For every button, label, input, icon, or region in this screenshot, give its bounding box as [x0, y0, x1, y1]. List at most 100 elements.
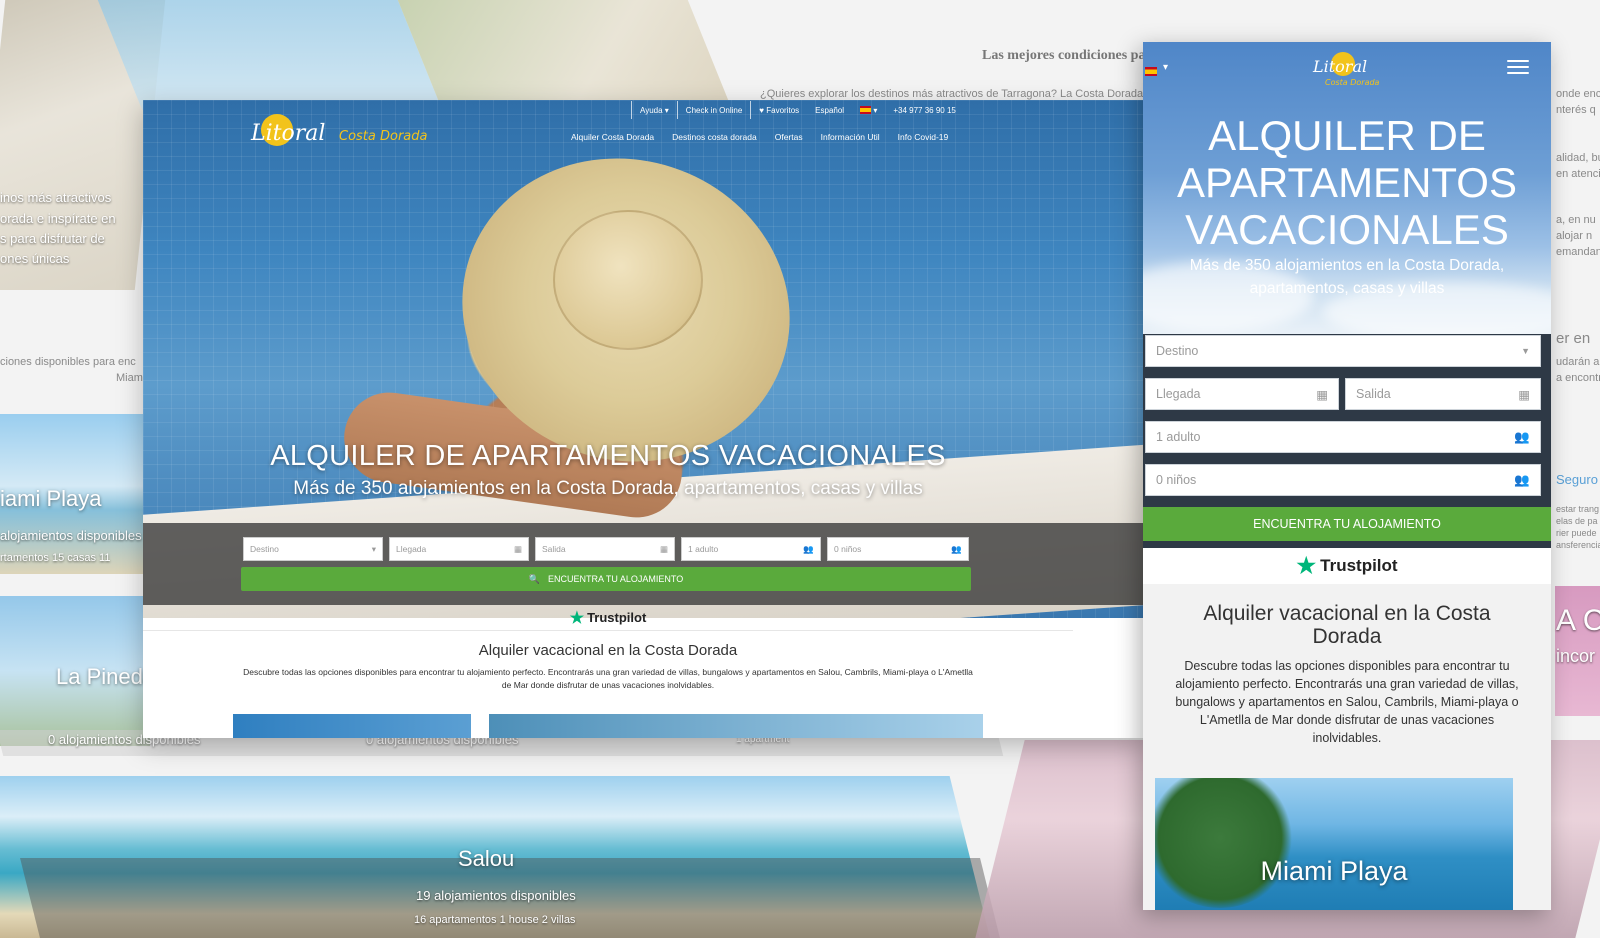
search-button[interactable]: 🔍 ENCUENTRA TU ALOJAMIENTO	[241, 567, 971, 591]
phone-number[interactable]: +34 977 36 90 15	[885, 101, 964, 119]
section-title: Alquiler vacacional en la Costa Dorada	[478, 642, 738, 659]
arrival-placeholder: Llegada	[396, 544, 427, 554]
hero-subtitle: Más de 350 alojamientos en la Costa Dora…	[293, 478, 923, 499]
bg-right-small: rier puede	[1556, 528, 1597, 538]
trustpilot-label: Trustpilot	[587, 610, 647, 625]
help-label: Ayuda	[640, 105, 663, 115]
bg-right-line: a, en nu	[1556, 214, 1596, 226]
logo-brand-text: Litoral	[1312, 57, 1367, 76]
chevron-down-icon: ▾	[664, 105, 669, 115]
bg-miami-label: iami Playa	[0, 486, 102, 511]
menu-item-covid[interactable]: Info Covid-19	[898, 132, 949, 142]
bg-right-small: elas de pa	[1556, 516, 1598, 526]
arrival-date-input[interactable]: Llegada ▦	[389, 537, 529, 561]
mobile-hero-title: ALQUILER DE APARTAMENTOS VACACIONALES	[1177, 112, 1517, 253]
search-button-label: ENCUENTRA TU ALOJAMIENTO	[548, 574, 684, 584]
favorites-link[interactable]: ♥ Favoritos	[750, 101, 807, 119]
bg-right-small: ansferencia	[1556, 540, 1600, 550]
bg-left-line: orada e inspírate en	[0, 211, 116, 226]
bg-salou-count: 19 alojamientos disponibles	[416, 888, 576, 903]
bg-intro-text: ¿Quieres explorar los destinos más atrac…	[760, 88, 1144, 100]
section-description: Descubre todas las opciones disponibles …	[243, 667, 973, 690]
spain-flag-icon	[860, 106, 872, 114]
bg-right-line: en atenci	[1556, 168, 1600, 180]
mobile-trustpilot-widget[interactable]: ★ Trustpilot	[1143, 548, 1551, 584]
destination-select[interactable]: Destino ▾	[243, 537, 383, 561]
help-menu[interactable]: Ayuda ▾	[631, 101, 677, 119]
bg-right-line: emandan	[1556, 246, 1600, 258]
arrival-placeholder: Llegada	[1156, 387, 1201, 401]
search-bar: Destino ▾ Llegada ▦ Salida ▦ 1 adulto 👥 …	[143, 523, 1143, 605]
chevron-down-icon: ▾	[873, 105, 878, 115]
bg-pink-sub: incor	[1556, 646, 1596, 666]
bg-salou-detail: 16 apartamentos 1 house 2 villas	[414, 914, 576, 926]
calendar-icon: ▦	[1518, 387, 1530, 402]
departure-placeholder: Salida	[542, 544, 566, 554]
children-value: 0 niños	[834, 544, 862, 554]
bg-right-line: nterés q	[1556, 104, 1596, 116]
site-logo[interactable]: Litoral Costa Dorada	[247, 110, 457, 150]
hamburger-menu-icon[interactable]	[1507, 58, 1529, 76]
mobile-destination-card[interactable]: Miami Playa	[1155, 778, 1513, 910]
mobile-screenshot: ▾ Litoral Costa Dorada ALQUILER DE APART…	[1143, 42, 1551, 910]
trustpilot-widget[interactable]: ★ Trustpilot	[143, 605, 1073, 631]
phone-label: +34 977 36 90 15	[893, 105, 956, 115]
bg-miami-count: alojamientos disponibles	[0, 528, 142, 543]
logo-sub-text: Costa Dorada	[339, 129, 428, 144]
menu-item-alquiler[interactable]: Alquiler Costa Dorada	[571, 132, 654, 142]
children-select[interactable]: 0 niños 👥	[827, 537, 969, 561]
chevron-down-icon: ▾	[371, 543, 376, 554]
chevron-down-icon[interactable]: ▾	[1163, 62, 1168, 73]
mobile-destination-select[interactable]: Destino ▼	[1145, 335, 1541, 367]
destination-card[interactable]	[489, 714, 983, 738]
departure-placeholder: Salida	[1356, 387, 1391, 401]
checkin-label: Check in Online	[685, 105, 743, 115]
flag-select[interactable]: ▾	[852, 101, 885, 119]
calendar-icon: ▦	[1316, 387, 1328, 402]
bg-pineda-label: La Pineda	[56, 664, 156, 689]
children-icon: 👥	[951, 543, 962, 554]
search-button-label: ENCUENTRA TU ALOJAMIENTO	[1253, 517, 1441, 531]
mobile-children-select[interactable]: 0 niños 👥	[1145, 464, 1541, 496]
menu-item-destinos[interactable]: Destinos costa dorada	[672, 132, 757, 142]
mobile-site-logo[interactable]: Litoral Costa Dorada	[1303, 48, 1393, 90]
mobile-search-button[interactable]: ENCUENTRA TU ALOJAMIENTO	[1143, 507, 1551, 541]
bg-left-mid-text: Miam	[116, 372, 143, 384]
checkin-link[interactable]: Check in Online	[676, 101, 750, 119]
logo-sub-text: Costa Dorada	[1325, 78, 1380, 87]
menu-item-informacion[interactable]: Información Util	[821, 132, 880, 142]
coaster-photo-tile	[97, 0, 443, 110]
adults-value: 1 adulto	[688, 544, 719, 554]
menu-item-ofertas[interactable]: Ofertas	[775, 132, 803, 142]
mobile-section-description: Descubre todas las opciones disponibles …	[1175, 659, 1519, 745]
hat-crown	[553, 210, 703, 350]
bg-right-mid-line: a encontr	[1556, 372, 1600, 384]
mobile-adults-select[interactable]: 1 adulto 👥	[1145, 421, 1541, 453]
spain-flag-icon[interactable]	[1145, 67, 1157, 76]
bg-left-mid-text: ciones disponibles para enc	[0, 356, 136, 368]
destination-cards-row	[233, 714, 993, 738]
bg-right-line: alidad, bu	[1556, 152, 1600, 164]
mobile-arrival-date-input[interactable]: Llegada ▦	[1145, 378, 1339, 410]
desktop-screenshot: Litoral Costa Dorada Ayuda ▾ Check in On…	[143, 100, 1143, 738]
chevron-down-icon: ▼	[1521, 346, 1530, 356]
destination-placeholder: Destino	[250, 544, 279, 554]
bg-right-mid-line: udarán a c	[1556, 356, 1600, 368]
adults-value: 1 adulto	[1156, 430, 1201, 444]
bg-left-line: inos más atractivos	[0, 190, 112, 205]
search-icon: 🔍	[528, 573, 540, 584]
mobile-card-label: Miami Playa	[1260, 856, 1408, 886]
children-icon: 👥	[1514, 472, 1530, 487]
bg-left-line: s para disfrutar de	[0, 231, 105, 246]
bg-left-line: ones únicas	[0, 251, 70, 266]
main-menu: Alquiler Costa Dorada Destinos costa dor…	[571, 132, 948, 142]
departure-date-input[interactable]: Salida ▦	[535, 537, 675, 561]
language-select[interactable]: Español	[807, 101, 852, 119]
bg-salou-label: Salou	[458, 846, 515, 871]
star-icon: ★	[1296, 553, 1317, 578]
calendar-icon: ▦	[659, 543, 668, 554]
bg-pink-label: A C	[1556, 604, 1600, 637]
mobile-departure-date-input[interactable]: Salida ▦	[1345, 378, 1541, 410]
adults-select[interactable]: 1 adulto 👥	[681, 537, 821, 561]
destination-card[interactable]	[233, 714, 471, 738]
